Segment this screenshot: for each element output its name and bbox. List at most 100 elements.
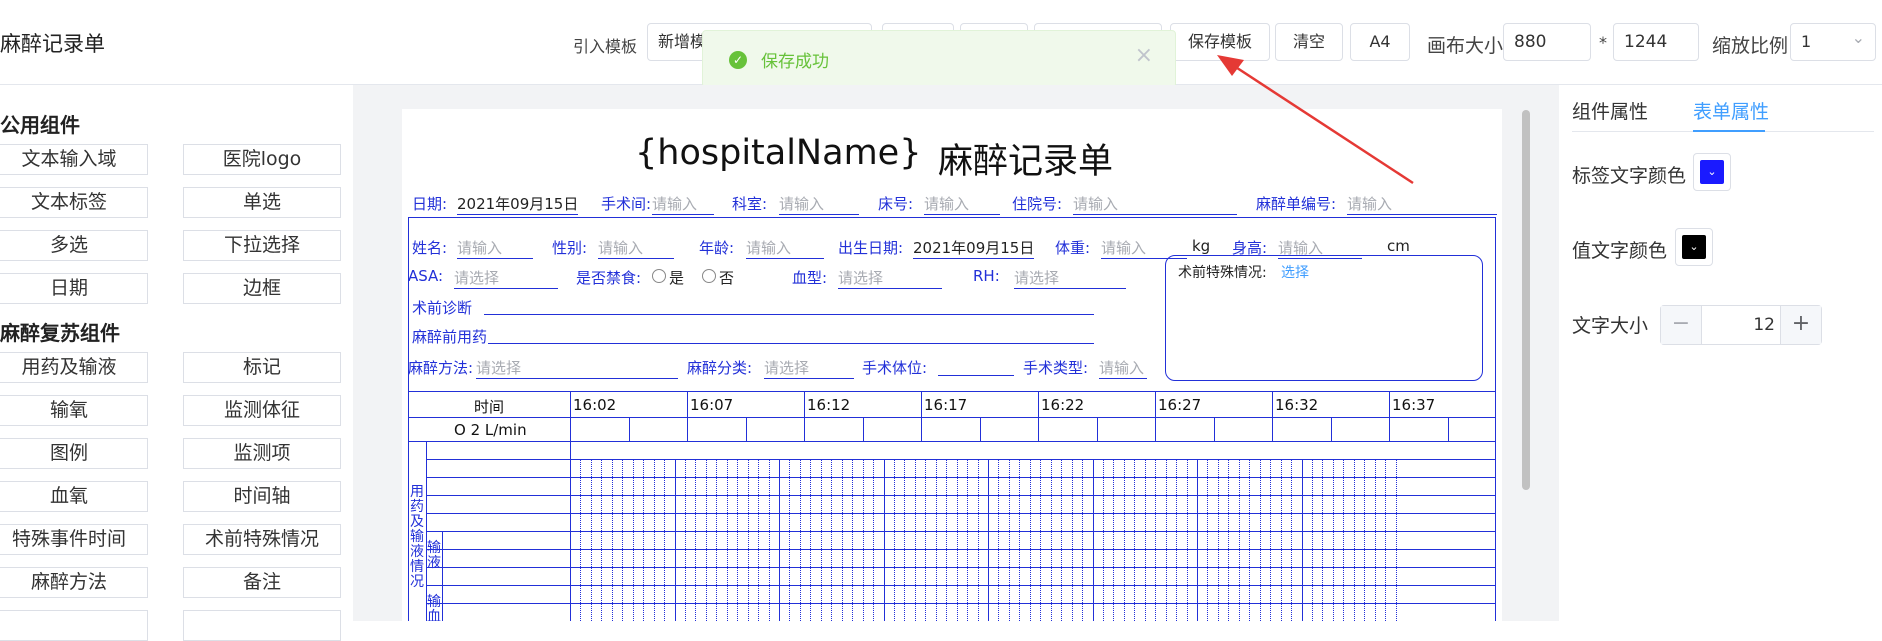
grid-dot-line: [904, 459, 906, 621]
component-text-label[interactable]: 文本标签: [0, 187, 148, 218]
o2-tick-line: [921, 417, 922, 441]
grid-dot-line: [1144, 459, 1146, 621]
grid-dot-line: [1155, 459, 1157, 621]
canvas-height-input[interactable]: 1244: [1613, 23, 1699, 61]
component-partial-1[interactable]: [0, 610, 148, 641]
decrease-button[interactable]: −: [1661, 306, 1702, 344]
dept-input[interactable]: 请输入: [779, 193, 859, 215]
component-mark[interactable]: 标记: [183, 352, 341, 383]
component-dropdown[interactable]: 下拉选择: [183, 230, 341, 261]
chevron-down-icon: ⌄: [1682, 235, 1706, 259]
preop-drug-line[interactable]: [488, 343, 1094, 344]
grid-major-line: [1197, 459, 1198, 621]
blood-type-select[interactable]: 请选择: [838, 267, 942, 289]
component-checkbox[interactable]: 多选: [0, 230, 148, 261]
bed-input[interactable]: 请输入: [924, 193, 1000, 215]
time-tick-4: 16:22: [1041, 396, 1085, 414]
grid-dot-line: [914, 459, 916, 621]
date-value[interactable]: 2021年09月15日: [457, 193, 579, 215]
grid-major-line: [883, 459, 885, 621]
grid-dot-line: [1113, 459, 1115, 621]
clear-button[interactable]: 清空: [1275, 23, 1343, 61]
font-size-stepper[interactable]: − 12 +: [1660, 305, 1822, 345]
admission-input[interactable]: 请输入: [1073, 193, 1237, 215]
component-legend[interactable]: 图例: [0, 438, 148, 469]
scrollbar-thumb[interactable]: [1522, 110, 1530, 490]
grid-dot-line: [622, 459, 624, 621]
component-special-event[interactable]: 特殊事件时间: [0, 524, 148, 555]
fasting-no-radio[interactable]: [702, 269, 716, 283]
weight-unit: kg: [1192, 237, 1211, 255]
sex-label: 性别:: [552, 239, 588, 257]
class-label: 麻醉分类:: [687, 359, 753, 377]
preop-diagnosis-line[interactable]: [484, 314, 1094, 315]
grid-dot-line: [716, 459, 718, 621]
value-color-picker[interactable]: ⌄: [1675, 228, 1713, 266]
age-input[interactable]: 请输入: [746, 237, 824, 259]
canvas-size-label: 画布大小: [1427, 35, 1504, 57]
medication-row-line: [426, 459, 1496, 460]
component-hospital-logo[interactable]: 医院logo: [183, 144, 341, 175]
component-partial-2[interactable]: [183, 610, 341, 641]
component-remarks[interactable]: 备注: [183, 567, 341, 598]
preop-special-select[interactable]: 选择: [1281, 262, 1309, 282]
close-icon[interactable]: ×: [1135, 43, 1153, 68]
grid-o2-line: [408, 441, 1496, 442]
surgery-type-select[interactable]: 请输入: [1099, 357, 1147, 379]
medication-row-line: [426, 549, 1496, 550]
asa-select[interactable]: 请选择: [454, 267, 558, 289]
medication-row-line: [426, 477, 1496, 478]
rh-select[interactable]: 请选择: [1014, 267, 1126, 289]
grid-dot-line: [1082, 459, 1084, 621]
grid-dot-line: [590, 459, 592, 621]
increase-button[interactable]: +: [1780, 306, 1821, 344]
sex-input[interactable]: 请输入: [598, 237, 674, 259]
component-anesthesia-method[interactable]: 麻醉方法: [0, 567, 148, 598]
success-check-icon: ✓: [729, 51, 747, 69]
font-size-label: 文字大小: [1572, 315, 1649, 337]
component-date[interactable]: 日期: [0, 273, 148, 304]
form-title[interactable]: 麻醉记录单: [938, 133, 1113, 184]
grid-dot-line: [799, 459, 801, 621]
label-color-picker[interactable]: ⌄: [1693, 153, 1731, 191]
component-radio[interactable]: 单选: [183, 187, 341, 218]
position-line[interactable]: [938, 375, 1014, 376]
component-preop-special[interactable]: 术前特殊情况: [183, 524, 341, 555]
birth-value[interactable]: 2021年09月15日: [913, 237, 1035, 259]
component-timeline[interactable]: 时间轴: [183, 481, 341, 512]
component-monitor-items[interactable]: 监测项: [183, 438, 341, 469]
method-select[interactable]: 请选择: [476, 357, 678, 379]
tab-form-properties[interactable]: 表单属性: [1693, 97, 1769, 124]
zoom-select[interactable]: 1 ⌄: [1790, 23, 1876, 61]
hospital-name[interactable]: {hospitalName}: [635, 133, 921, 173]
name-input[interactable]: 请输入: [457, 237, 533, 259]
grid-dot-line: [925, 459, 927, 621]
save-template-button[interactable]: 保存模板: [1170, 23, 1270, 61]
grid-major-line: [1301, 459, 1303, 621]
component-oxygen[interactable]: 输氧: [0, 395, 148, 426]
component-text-input[interactable]: 文本输入域: [0, 144, 148, 175]
grid-dot-line: [1061, 459, 1063, 621]
surgery-room-input[interactable]: 请输入: [652, 193, 714, 215]
grid-dot-line: [810, 459, 812, 621]
grid-dot-line: [580, 459, 582, 621]
grid-header-line: [408, 417, 1496, 418]
component-medication[interactable]: 用药及输液: [0, 352, 148, 383]
grid-dot-line: [1364, 459, 1366, 621]
component-spo2[interactable]: 血氧: [0, 481, 148, 512]
grid-dot-line: [1050, 459, 1052, 621]
component-border[interactable]: 边框: [183, 273, 341, 304]
class-select[interactable]: 请选择: [764, 357, 854, 379]
component-vital-signs[interactable]: 监测体征: [183, 395, 341, 426]
o2-tick-line: [1272, 417, 1273, 441]
font-size-value[interactable]: 12: [1701, 306, 1781, 344]
fasting-yes-radio[interactable]: [652, 269, 666, 283]
tab-component-properties[interactable]: 组件属性: [1572, 97, 1648, 124]
paper-size-button[interactable]: A4: [1350, 23, 1410, 61]
grid-dot-line: [1280, 459, 1282, 621]
grid-dot-line: [1270, 459, 1272, 621]
grid-dot-line: [664, 459, 666, 621]
canvas-width-input[interactable]: 880: [1503, 23, 1591, 61]
record-no-input[interactable]: 请输入: [1347, 193, 1497, 215]
grid-dot-line: [1040, 459, 1042, 621]
